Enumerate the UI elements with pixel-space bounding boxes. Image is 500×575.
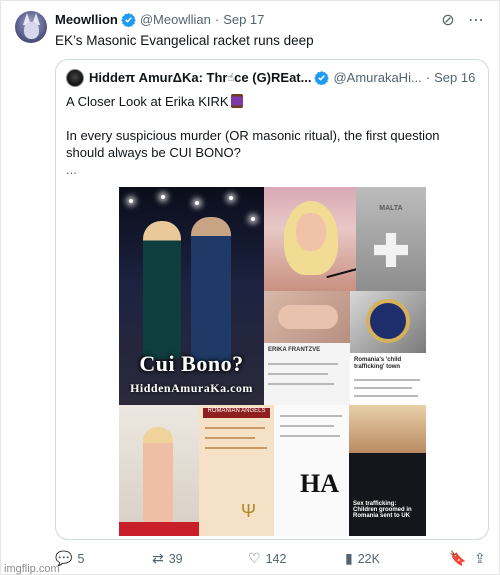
red-carpet xyxy=(119,522,199,536)
author-name[interactable]: Meowllion xyxy=(55,12,118,27)
cui-bono-caption: Cui Bono? xyxy=(139,351,244,376)
imgflip-watermark: imgflip.com xyxy=(4,563,60,575)
spool-emoji-icon xyxy=(230,94,243,108)
views-chart-icon: ▮ xyxy=(345,550,353,566)
text-line xyxy=(280,425,334,427)
maltese-cross-icon xyxy=(374,233,408,267)
like-button[interactable]: ♡ 142 xyxy=(248,550,286,567)
collage-photo-couple: Cui Bono? HiddenAmuraKa.com xyxy=(119,187,264,405)
author-avatar[interactable] xyxy=(15,11,47,43)
stage-light xyxy=(251,217,255,221)
post-text: EK’s Masonic Evangelical racket runs dee… xyxy=(55,33,314,48)
quoted-line1-text: A Closer Look at Erika KIRK xyxy=(66,94,229,109)
collage-photo-badge: MALTA xyxy=(356,187,426,291)
stage-light xyxy=(161,195,165,199)
collage-photo-portrait xyxy=(264,187,356,291)
masonic-ring-icon xyxy=(366,299,410,343)
collage-news-screenshot: Romania's 'child trafficking' town xyxy=(350,353,426,405)
stage-light xyxy=(129,199,133,203)
text-line xyxy=(354,395,418,397)
profile-name: ERIKA FRANTZVE xyxy=(268,347,321,353)
quoted-post[interactable]: Hiddeπ AmurΔKa: Thr ☝ ce (G)REat... @Amu… xyxy=(55,59,489,540)
text-line xyxy=(205,427,265,429)
menorah-icon: Ψ xyxy=(241,501,257,521)
woman-figure xyxy=(143,221,181,359)
post-header: Meowllion @Meowllian · Sep 17 xyxy=(55,12,264,27)
stage-light xyxy=(195,201,199,205)
author-handle[interactable]: @Meowllian xyxy=(140,12,211,27)
romanian-angels-title: ROMANIAN ANGELS xyxy=(203,408,270,418)
reply-count: 5 xyxy=(77,551,85,566)
site-caption: HiddenAmuraKa.com xyxy=(130,381,253,395)
quoted-line1: A Closer Look at Erika KIRK xyxy=(66,93,480,110)
post-date[interactable]: Sep 17 xyxy=(223,12,264,27)
heart-icon: ♡ xyxy=(248,550,261,566)
badge-label: MALTA xyxy=(379,205,403,212)
more-options-icon[interactable]: ⋯ xyxy=(467,10,485,30)
portrait-face xyxy=(296,213,326,251)
quoted-body-gap xyxy=(66,110,480,127)
quoted-date[interactable]: Sep 16 xyxy=(434,70,475,85)
collage-profile-screenshot: ERIKA FRANTZVE xyxy=(264,343,350,405)
ha-logo: HA xyxy=(300,469,339,498)
post-action-bar: 💬 5 ⇄ 39 ♡ 142 ▮ 22K 🔖 ⇪ xyxy=(55,550,489,570)
text-line xyxy=(205,447,267,449)
trafficking-caption: Sex trafficking: Children groomed in Rom… xyxy=(353,501,412,519)
quoted-author-name-rest[interactable]: ce (G)REat... xyxy=(234,70,311,85)
quoted-line2: In every suspicious murder (OR masonic r… xyxy=(66,128,440,160)
collage-photo-red-carpet xyxy=(119,405,199,536)
text-line xyxy=(268,383,334,385)
repost-icon: ⇄ xyxy=(152,550,164,566)
repost-button[interactable]: ⇄ 39 xyxy=(152,550,183,567)
stage-light xyxy=(229,196,233,200)
like-count: 142 xyxy=(265,551,287,566)
text-line xyxy=(280,415,342,417)
quoted-handle[interactable]: @AmurakaHi... xyxy=(333,70,421,85)
quoted-verified-badge-icon xyxy=(314,70,330,85)
grok-icon[interactable]: ⊘ xyxy=(439,10,457,30)
quoted-separator-dot: · xyxy=(425,70,431,85)
text-line xyxy=(205,437,255,439)
share-button[interactable]: ⇪ xyxy=(474,550,486,567)
double-arrow-icon xyxy=(326,265,356,279)
bookmark-button[interactable]: 🔖 xyxy=(449,550,466,567)
collage-photo-masonic-ring xyxy=(350,291,426,353)
share-icon: ⇪ xyxy=(474,550,486,566)
repost-count: 39 xyxy=(168,551,183,566)
collage-profile-logo: HA xyxy=(274,405,349,536)
post-card: Meowllion @Meowllian · Sep 17 ⊘ ⋯ EK’s M… xyxy=(0,0,500,575)
quoted-ellipsis: ... xyxy=(66,162,77,177)
quoted-body: A Closer Look at Erika KIRK In every sus… xyxy=(66,93,480,178)
man-figure xyxy=(191,217,231,365)
quoted-author-avatar[interactable] xyxy=(66,69,84,87)
views-button[interactable]: ▮ 22K xyxy=(345,550,380,567)
pointer-cursor-icon: ☝ xyxy=(227,72,235,84)
quoted-media-collage[interactable]: Cui Bono? HiddenAmuraKa.com MALTA ERIKA … xyxy=(119,187,426,536)
hand-shape xyxy=(278,305,338,329)
text-line xyxy=(354,387,412,389)
views-count: 22K xyxy=(357,551,380,566)
verified-badge-icon xyxy=(121,12,136,27)
collage-photo-children xyxy=(349,405,426,453)
avatar-face xyxy=(24,22,39,39)
news-headline: Romania's 'child trafficking' town xyxy=(354,357,402,370)
post-top-actions: ⊘ ⋯ xyxy=(439,10,485,30)
collage-news-trafficking: Sex trafficking: Children groomed in Rom… xyxy=(349,453,426,536)
bookmark-icon: 🔖 xyxy=(449,550,467,566)
text-line xyxy=(280,435,340,437)
woman-figure xyxy=(143,427,173,527)
separator-dot: · xyxy=(214,12,220,27)
quoted-header: Hiddeπ AmurΔKa: Thr ☝ ce (G)REat... @Amu… xyxy=(89,70,475,85)
text-line xyxy=(268,373,328,375)
text-line xyxy=(354,379,420,381)
collage-romanian-angels: ROMANIAN ANGELS Ψ xyxy=(199,405,274,536)
quoted-author-name[interactable]: Hiddeπ AmurΔKa: Thr xyxy=(89,70,227,85)
collage-photo-hand-ring xyxy=(264,291,350,343)
text-line xyxy=(268,363,338,365)
